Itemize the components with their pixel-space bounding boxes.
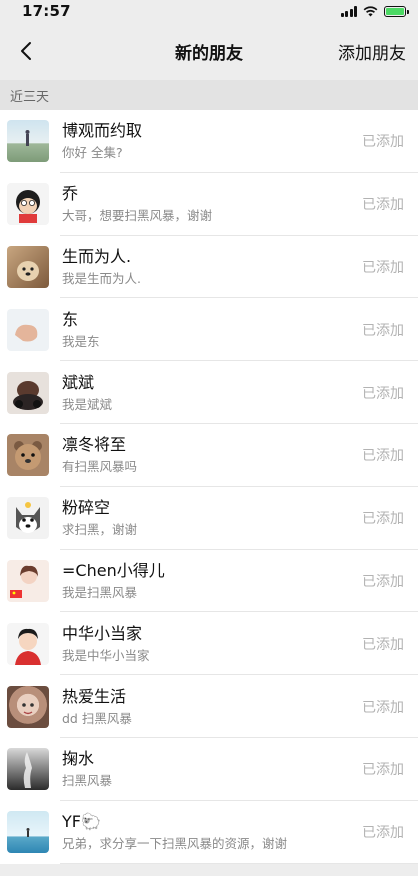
list-item[interactable]: =Chen小得儿 我是扫黑风暴 已添加: [0, 550, 418, 613]
item-name: 掬水: [62, 749, 95, 769]
item-name: 斌斌: [62, 372, 95, 392]
item-texts: 斌斌 我是斌斌: [62, 372, 362, 414]
avatar: [7, 622, 49, 665]
item-texts: YF🐑 兄弟，求分享一下扫黑风暴的资源，谢谢: [62, 811, 362, 853]
item-name: 东: [62, 309, 79, 329]
item-message: 你好 全集?: [62, 145, 123, 161]
avatar: [7, 685, 49, 728]
item-status: 已添加: [362, 762, 404, 779]
item-message: 我是东: [62, 333, 100, 349]
item-texts: 东 我是东: [62, 309, 362, 351]
item-status: 已添加: [362, 636, 404, 653]
battery-level: [386, 7, 404, 15]
status-icons: [340, 5, 409, 17]
list-item[interactable]: 博观而约取 你好 全集? 已添加: [0, 110, 418, 173]
item-name: 凛冬将至: [62, 435, 127, 455]
item-name: 乔: [62, 184, 79, 204]
item-texts: 生而为人. 我是生而为人.: [62, 246, 362, 288]
item-message: 有扫黑风暴吗: [62, 459, 138, 475]
item-name: =Chen小得儿: [62, 560, 165, 580]
item-message: 大哥，想要扫黑风暴，谢谢: [62, 208, 213, 224]
list-item[interactable]: YF🐑 兄弟，求分享一下扫黑风暴的资源，谢谢 已添加: [0, 801, 418, 864]
avatar: [7, 183, 49, 226]
navigation-bar: 新的朋友 添加朋友: [0, 22, 418, 80]
item-status: 已添加: [362, 825, 404, 842]
item-name: 中华小当家: [62, 623, 143, 643]
item-texts: 粉碎空 求扫黑，谢谢: [62, 497, 362, 539]
item-name: 生而为人.: [62, 246, 132, 266]
back-button[interactable]: [8, 22, 44, 80]
list-item[interactable]: 乔 大哥，想要扫黑风暴，谢谢 已添加: [0, 173, 418, 236]
list-item[interactable]: 粉碎空 求扫黑，谢谢 已添加: [0, 487, 418, 550]
status-bar: 17:57: [0, 0, 418, 22]
item-texts: 博观而约取 你好 全集?: [62, 120, 362, 162]
avatar: [7, 811, 49, 854]
list-item[interactable]: 热爱生活 dd 扫黑风暴 已添加: [0, 675, 418, 738]
avatar: [7, 371, 49, 414]
add-friend-button[interactable]: 添加朋友: [338, 22, 406, 80]
item-texts: 掬水 扫黑风暴: [62, 748, 362, 790]
item-name: 粉碎空: [62, 498, 111, 518]
avatar: [7, 748, 49, 791]
item-status: 已添加: [362, 322, 404, 339]
page-title: 新的朋友: [175, 43, 243, 64]
item-texts: 乔 大哥，想要扫黑风暴，谢谢: [62, 183, 362, 225]
new-friends-list: 博观而约取 你好 全集? 已添加 乔 大哥，想要扫黑风暴，谢谢 已添加 生而为人…: [0, 110, 418, 864]
item-message: 我是生而为人.: [62, 270, 141, 286]
list-item[interactable]: 生而为人. 我是生而为人. 已添加: [0, 236, 418, 299]
item-status: 已添加: [362, 573, 404, 590]
avatar: [7, 120, 49, 163]
item-message: 我是中华小当家: [62, 647, 150, 663]
cellular-signal-icon: [340, 5, 357, 17]
item-status: 已添加: [362, 699, 404, 716]
section-header-recent: 近三天: [0, 80, 418, 110]
item-name: YF🐑: [62, 812, 101, 832]
status-time: 17:57: [22, 2, 71, 20]
list-item[interactable]: 中华小当家 我是中华小当家 已添加: [0, 612, 418, 675]
avatar: [7, 308, 49, 351]
avatar: [7, 497, 49, 540]
chevron-left-icon: [21, 42, 31, 60]
item-message: 兄弟，求分享一下扫黑风暴的资源，谢谢: [62, 836, 288, 852]
avatar: [7, 245, 49, 288]
list-item[interactable]: 掬水 扫黑风暴 已添加: [0, 738, 418, 801]
item-status: 已添加: [362, 197, 404, 214]
item-texts: 凛冬将至 有扫黑风暴吗: [62, 434, 362, 476]
wifi-icon: [363, 5, 378, 16]
avatar: [7, 434, 49, 477]
list-item[interactable]: 斌斌 我是斌斌 已添加: [0, 361, 418, 424]
item-message: 求扫黑，谢谢: [62, 522, 138, 538]
item-message: dd 扫黑风暴: [62, 710, 132, 726]
item-status: 已添加: [362, 259, 404, 276]
item-texts: 热爱生活 dd 扫黑风暴: [62, 686, 362, 728]
item-status: 已添加: [362, 511, 404, 528]
item-status: 已添加: [362, 448, 404, 465]
list-item[interactable]: 东 我是东 已添加: [0, 298, 418, 361]
battery-icon: [384, 5, 409, 17]
item-message: 我是扫黑风暴: [62, 584, 138, 600]
item-name: 热爱生活: [62, 686, 127, 706]
item-name: 博观而约取: [62, 121, 143, 141]
list-item[interactable]: 凛冬将至 有扫黑风暴吗 已添加: [0, 424, 418, 487]
avatar: [7, 559, 49, 602]
item-message: 我是斌斌: [62, 396, 113, 412]
item-texts: =Chen小得儿 我是扫黑风暴: [62, 560, 362, 602]
item-message: 扫黑风暴: [62, 773, 113, 789]
item-texts: 中华小当家 我是中华小当家: [62, 623, 362, 665]
item-status: 已添加: [362, 134, 404, 151]
item-status: 已添加: [362, 385, 404, 402]
